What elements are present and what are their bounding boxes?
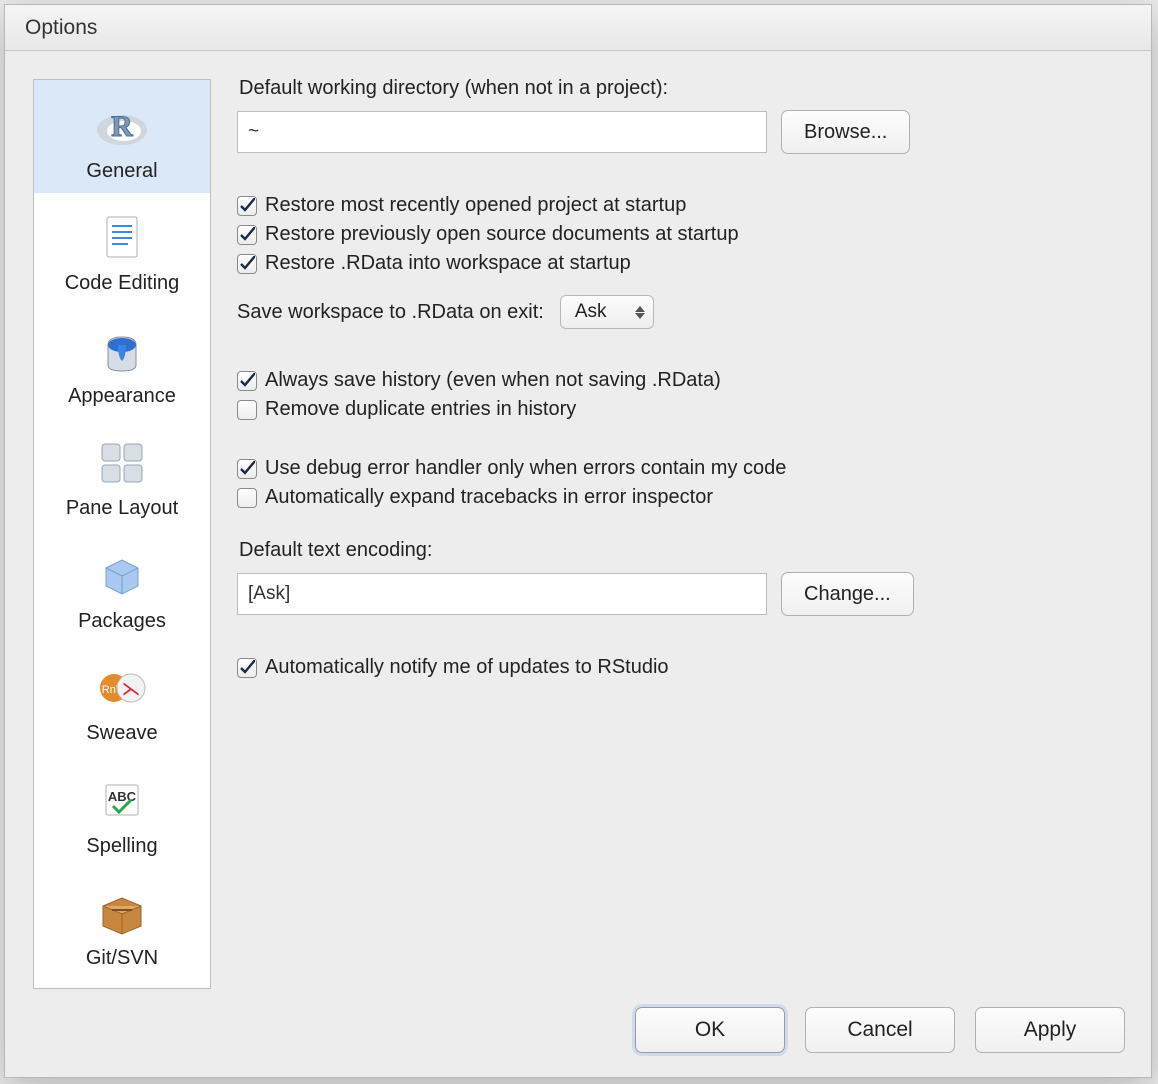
sidebar-item-label: Appearance: [68, 385, 176, 408]
sidebar-item-packages[interactable]: Packages: [34, 530, 210, 643]
sidebar-item-label: Spelling: [86, 835, 157, 858]
sidebar-item-label: Git/SVN: [86, 947, 158, 970]
working-dir-label: Default working directory (when not in a…: [239, 77, 1125, 100]
restore-docs-checkbox[interactable]: Restore previously open source documents…: [237, 223, 1125, 246]
options-sidebar: R General Code Editing: [33, 79, 211, 989]
sidebar-item-label: Pane Layout: [66, 497, 178, 520]
cancel-button[interactable]: Cancel: [805, 1007, 955, 1053]
checkbox-label: Automatically notify me of updates to RS…: [265, 656, 669, 679]
browse-button[interactable]: Browse...: [781, 110, 910, 154]
svg-text:⋋: ⋋: [122, 679, 141, 700]
document-icon: [102, 208, 142, 268]
checkbox-icon: [237, 658, 257, 678]
restore-project-checkbox[interactable]: Restore most recently opened project at …: [237, 194, 1125, 217]
checkbox-icon: [237, 400, 257, 420]
sidebar-item-label: Packages: [78, 610, 166, 633]
sidebar-item-spelling[interactable]: ABC Spelling: [34, 755, 210, 868]
sidebar-item-code-editing[interactable]: Code Editing: [34, 193, 210, 306]
restore-rdata-checkbox[interactable]: Restore .RData into workspace at startup: [237, 252, 1125, 275]
working-dir-input[interactable]: [237, 111, 767, 153]
window-content: R General Code Editing: [5, 51, 1151, 1077]
debug-handler-checkbox[interactable]: Use debug error handler only when errors…: [237, 457, 1125, 480]
ok-button[interactable]: OK: [635, 1007, 785, 1053]
general-pane: Default working directory (when not in a…: [237, 77, 1125, 993]
updown-arrows-icon: [635, 306, 645, 319]
svg-text:R: R: [111, 110, 133, 143]
checkbox-label: Remove duplicate entries in history: [265, 398, 576, 421]
apply-button[interactable]: Apply: [975, 1007, 1125, 1053]
expand-tracebacks-checkbox[interactable]: Automatically expand tracebacks in error…: [237, 486, 1125, 509]
panes-icon: [99, 433, 145, 493]
window-title: Options: [25, 16, 97, 40]
checkbox-label: Always save history (even when not savin…: [265, 369, 721, 392]
checkbox-icon: [237, 488, 257, 508]
sidebar-item-pane-layout[interactable]: Pane Layout: [34, 418, 210, 531]
r-logo-icon: R: [95, 96, 149, 156]
sidebar-item-appearance[interactable]: Appearance: [34, 305, 210, 418]
checkbox-icon: [237, 254, 257, 274]
select-value: Ask: [575, 301, 607, 323]
paint-bucket-icon: [100, 321, 144, 381]
checkbox-label: Restore .RData into workspace at startup: [265, 252, 631, 275]
sidebar-item-sweave[interactable]: RnW ⋋ Sweave: [34, 643, 210, 756]
spellcheck-icon: ABC: [100, 771, 144, 831]
checkbox-icon: [237, 459, 257, 479]
save-workspace-select[interactable]: Ask: [560, 295, 654, 329]
checkbox-label: Automatically expand tracebacks in error…: [265, 486, 713, 509]
options-window: Options R General: [4, 4, 1152, 1078]
remove-dup-history-checkbox[interactable]: Remove duplicate entries in history: [237, 398, 1125, 421]
checkbox-icon: [237, 225, 257, 245]
window-titlebar: Options: [5, 5, 1151, 51]
checkbox-label: Restore previously open source documents…: [265, 223, 739, 246]
change-encoding-button[interactable]: Change...: [781, 572, 914, 616]
save-workspace-label: Save workspace to .RData on exit:: [237, 301, 544, 324]
sidebar-item-git-svn[interactable]: Git/SVN: [34, 868, 210, 981]
always-save-history-checkbox[interactable]: Always save history (even when not savin…: [237, 369, 1125, 392]
notify-updates-checkbox[interactable]: Automatically notify me of updates to RS…: [237, 656, 1125, 679]
dialog-footer: OK Cancel Apply: [635, 1007, 1125, 1053]
sidebar-item-label: Code Editing: [65, 272, 180, 295]
sidebar-item-label: General: [86, 160, 157, 183]
checkbox-icon: [237, 196, 257, 216]
checkbox-label: Use debug error handler only when errors…: [265, 457, 786, 480]
checkbox-icon: [237, 371, 257, 391]
package-icon: [100, 546, 144, 606]
checkbox-label: Restore most recently opened project at …: [265, 194, 686, 217]
sidebar-item-label: Sweave: [86, 722, 157, 745]
sweave-icon: RnW ⋋: [97, 658, 147, 718]
sidebar-item-general[interactable]: R General: [34, 80, 210, 193]
box-icon: [97, 883, 147, 943]
svg-text:ABC: ABC: [108, 789, 137, 804]
encoding-input[interactable]: [237, 573, 767, 615]
encoding-label: Default text encoding:: [239, 539, 1125, 562]
